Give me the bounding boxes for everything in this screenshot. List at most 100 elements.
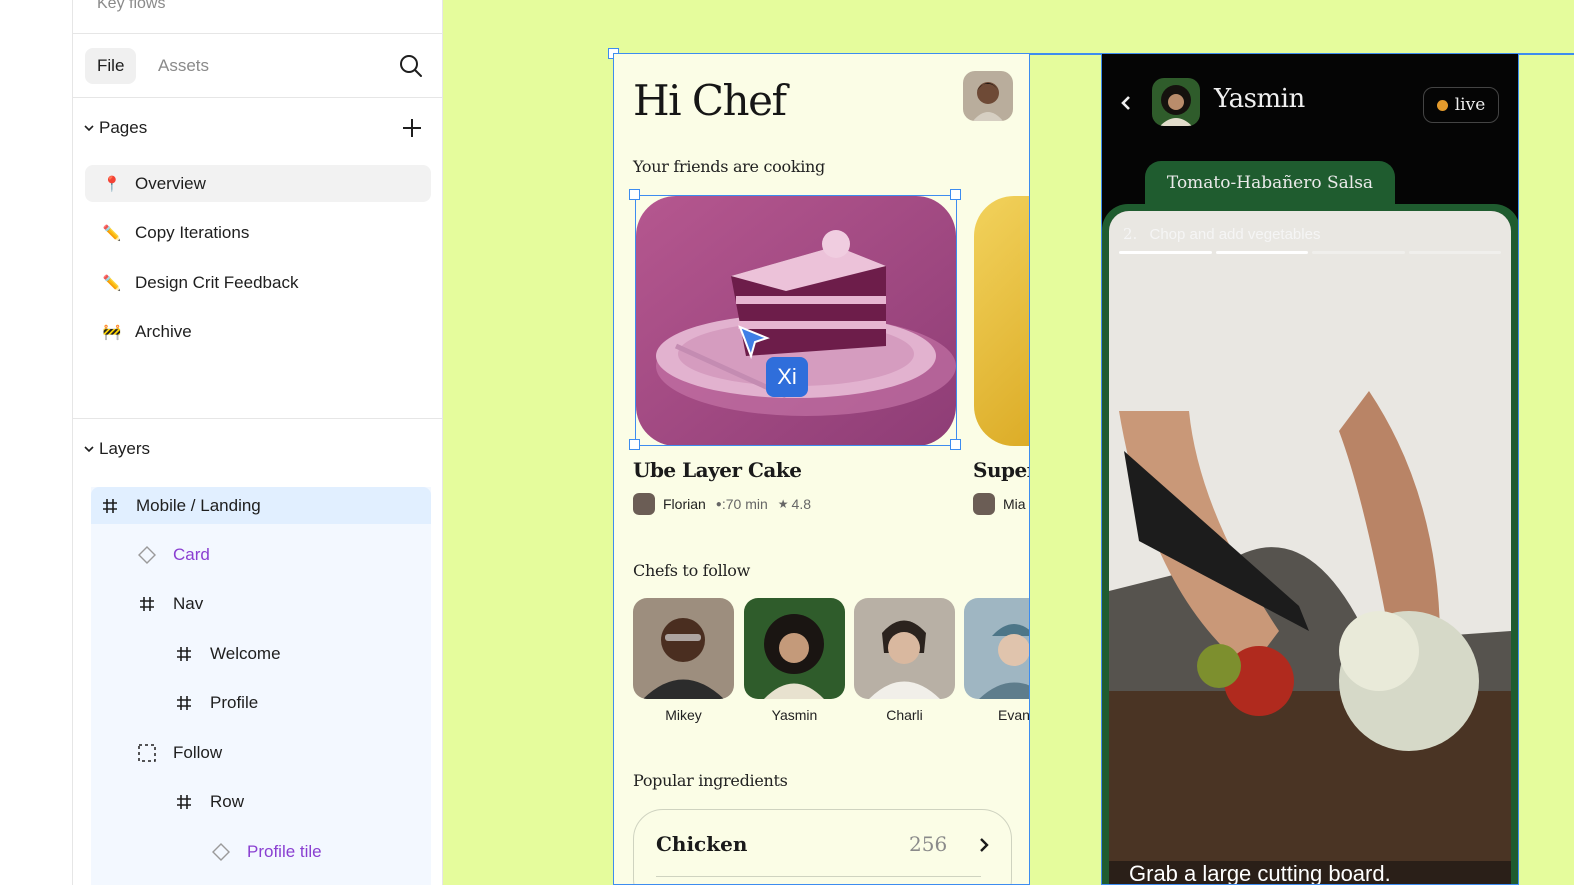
layer-row[interactable]: Row — [91, 783, 431, 820]
frame-icon — [136, 593, 158, 615]
chefs-section-title: Chefs to follow — [633, 561, 751, 580]
layer-label: Follow — [173, 742, 223, 762]
recipe-author: Florian — [663, 496, 706, 512]
page-item-label: Overview — [135, 173, 206, 193]
layer-label: Welcome — [210, 643, 281, 663]
layer-row[interactable]: Mobile / Landing — [91, 487, 431, 524]
file-title: Key flows — [97, 0, 166, 12]
layer-row[interactable]: Profile — [91, 684, 431, 721]
layer-label: Profile — [210, 692, 259, 712]
progress-segment — [1215, 251, 1308, 254]
page-item-label: Archive — [135, 321, 192, 341]
layer-row[interactable]: Nav — [91, 585, 431, 622]
step-progress — [1119, 251, 1501, 254]
chef-name: Yasmin — [1214, 84, 1305, 114]
star-icon: ★ — [777, 497, 789, 511]
search-button[interactable] — [397, 52, 425, 80]
chef-name: Charli — [886, 707, 923, 723]
layer-row[interactable]: Welcome — [91, 635, 431, 672]
divider — [73, 33, 442, 34]
tab-file[interactable]: File — [85, 48, 137, 84]
chef-name: Evan — [998, 707, 1030, 723]
video-container: 2. Chop and add vegetables Grab a large … — [1102, 204, 1518, 884]
construction-icon: 🚧 — [102, 323, 122, 341]
add-page-button[interactable] — [399, 115, 425, 141]
recipe-rating: 4.8 — [791, 496, 811, 512]
ingredients-section-title: Popular ingredients — [633, 771, 788, 790]
step-text: Chop and add vegetables — [1149, 226, 1321, 243]
page-item-copy-iterations[interactable]: ✏️ Copy Iterations — [85, 214, 431, 251]
cursor-arrow-icon — [738, 325, 770, 359]
component-icon — [136, 544, 158, 566]
layer-label: Card — [173, 544, 210, 564]
page-item-overview[interactable]: 📍 Overview — [85, 165, 431, 202]
layer-label: Row — [210, 791, 245, 811]
live-cooking-frame[interactable]: Yasmin live Tomato-Habañero Salsa 2. Cho… — [1101, 53, 1519, 885]
ingredient-count: 256 — [909, 832, 948, 856]
step-number: 2. — [1123, 225, 1138, 243]
chef-name: Mikey — [665, 707, 702, 723]
frame-icon — [99, 495, 121, 517]
selection-handle[interactable] — [950, 189, 961, 200]
recipe-title: Super — [973, 458, 1029, 482]
chevron-right-icon — [980, 838, 989, 852]
profile-tile[interactable] — [854, 598, 955, 699]
selection-handle[interactable] — [950, 439, 961, 450]
mobile-landing-frame[interactable]: Hi Chef Your friends are cooking Ube Lay… — [613, 53, 1030, 885]
pages-section-header[interactable]: Pages — [81, 114, 147, 142]
ingredient-name: Chicken — [656, 832, 748, 856]
layer-row[interactable]: Follow — [91, 734, 431, 771]
selection-handle[interactable] — [629, 189, 640, 200]
tab-assets[interactable]: Assets — [146, 48, 221, 84]
collaborator-cursor-label: Xi — [766, 357, 808, 397]
ingredient-card[interactable]: Chicken 256 — [633, 809, 1012, 884]
live-label: live — [1454, 95, 1486, 115]
page-item-label: Copy Iterations — [135, 222, 250, 242]
recipe-image-super[interactable] — [974, 196, 1029, 446]
live-badge[interactable]: live — [1423, 87, 1499, 123]
recipe-meta: Mia — [973, 493, 1026, 515]
cooking-video[interactable]: 2. Chop and add vegetables Grab a large … — [1109, 211, 1511, 884]
page-item-design-crit-feedback[interactable]: ✏️ Design Crit Feedback — [85, 264, 431, 301]
divider — [656, 876, 981, 877]
pin-icon: 📍 — [102, 175, 122, 193]
pages-header-label: Pages — [99, 118, 148, 137]
chevron-down-icon — [84, 446, 94, 453]
layer-row[interactable]: Card — [91, 536, 431, 573]
layer-label: Profile tile — [247, 841, 322, 861]
avatar — [973, 493, 995, 515]
layer-label: Nav — [173, 593, 204, 613]
page-item-label: Design Crit Feedback — [135, 272, 299, 292]
profile-tile[interactable] — [633, 598, 734, 699]
chevron-down-icon — [84, 125, 94, 132]
avatar[interactable] — [963, 71, 1013, 121]
recipe-author: Mia — [1003, 496, 1026, 512]
avatar[interactable] — [1152, 78, 1200, 126]
frame-icon — [173, 643, 195, 665]
recipe-image-ube-cake[interactable] — [636, 196, 956, 446]
progress-segment — [1408, 251, 1501, 254]
recipe-time: :70 min — [721, 496, 768, 512]
layer-label: Mobile / Landing — [136, 495, 261, 515]
profile-tile[interactable] — [744, 598, 845, 699]
selection-handle[interactable] — [629, 439, 640, 450]
page-item-archive[interactable]: 🚧 Archive — [85, 313, 431, 350]
recipe-meta: Florian ● :70 min ★ 4.8 — [633, 493, 811, 515]
group-icon — [136, 742, 158, 764]
progress-segment — [1312, 251, 1405, 254]
layers-section-header[interactable]: Layers — [81, 435, 150, 463]
pencil-icon: ✏️ — [102, 224, 122, 242]
avatar — [633, 493, 655, 515]
search-icon — [400, 55, 422, 77]
live-dot-icon — [1436, 99, 1448, 111]
back-icon[interactable] — [1116, 92, 1136, 114]
recipe-tag-label: Tomato-Habañero Salsa — [1166, 173, 1374, 193]
layer-row[interactable]: Profile tile — [91, 833, 431, 870]
component-icon — [210, 841, 232, 863]
profile-tile[interactable] — [964, 598, 1029, 699]
recipe-title: Ube Layer Cake — [633, 458, 802, 482]
left-gutter — [0, 0, 72, 885]
frame-icon — [173, 791, 195, 813]
plus-icon — [403, 119, 421, 137]
progress-segment — [1119, 251, 1212, 254]
